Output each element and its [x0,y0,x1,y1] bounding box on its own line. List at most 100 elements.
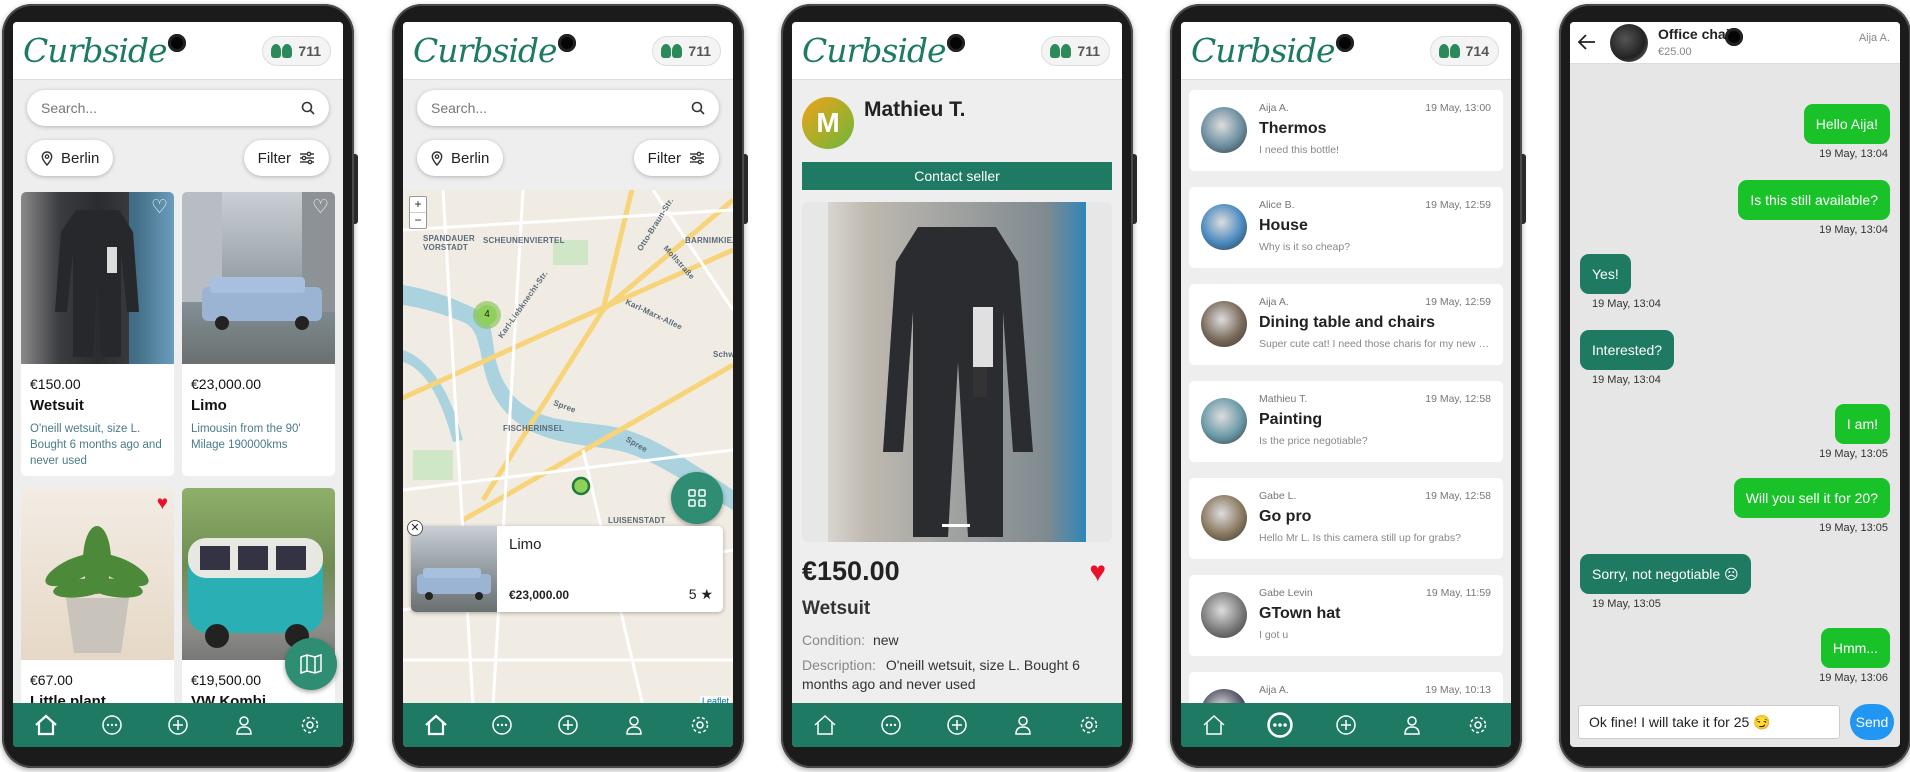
listing-card[interactable]: ♡ €23,000.00 Limo Limousin from the 90' … [182,192,335,476]
settings-gear-icon[interactable] [295,710,325,740]
chat-icon[interactable] [487,710,517,740]
chat-time: 19 May, 12:59 [1425,199,1491,211]
favorite-heart-icon[interactable]: ♥ [157,494,168,513]
chat-sender: Aija A. [1259,102,1289,114]
seller-name[interactable]: Mathieu T. [864,98,966,122]
add-icon[interactable] [163,710,193,740]
chat-icon[interactable] [876,710,906,740]
home-icon[interactable] [810,710,840,740]
app-logo[interactable]: Curbside⤴ [23,31,183,70]
grid-view-button[interactable] [671,472,723,524]
search-input[interactable]: Search... [417,90,719,126]
outgoing-message[interactable]: Will you sell it for 20? [1733,478,1890,518]
points-value: 711 [688,43,711,59]
outgoing-message[interactable]: I am! [1834,404,1890,444]
send-button[interactable]: Send [1850,704,1894,740]
app-logo[interactable]: Curbside⤴ [1191,31,1351,70]
filter-label: Filter [647,149,681,167]
back-arrow-icon[interactable] [1578,34,1596,50]
conversation-title: Office chair [1658,26,1736,42]
incoming-message[interactable]: Interested? [1580,330,1675,370]
search-icon[interactable] [691,101,705,115]
points-badge[interactable]: 711 [652,36,721,66]
cluster-count[interactable]: 4 [481,309,493,320]
conversation-partner[interactable]: Aija A. [1859,32,1890,44]
listing-title: Limo [191,397,227,414]
description-label: Description: [802,657,876,673]
seller-avatar[interactable]: M [802,97,854,149]
add-icon[interactable] [553,710,583,740]
home-icon[interactable] [31,710,61,740]
chat-list-item[interactable]: Alice B. 19 May, 12:59 House Why is it so c… [1189,187,1503,268]
chat-list-item[interactable]: Gabe L. 19 May, 12:58 Go pro Hello Mr L. Is… [1189,478,1503,559]
favorite-heart-icon[interactable]: ♡ [151,198,168,217]
add-icon[interactable] [1331,710,1361,740]
chat-avatar [1201,495,1247,541]
chat-time: 19 May, 12:59 [1425,296,1491,308]
product-gallery[interactable] [802,202,1112,542]
outgoing-message[interactable]: Is this still available? [1738,180,1890,220]
points-badge[interactable]: 711 [262,36,331,66]
outgoing-message[interactable]: Hmm... [1820,628,1890,668]
favorite-heart-icon[interactable]: ♥ [1089,558,1106,586]
chat-item-title: Painting [1259,411,1323,428]
map-view-button[interactable] [285,638,337,690]
outgoing-message[interactable]: Hello Aija! [1803,104,1890,144]
map-listing-card[interactable]: Limo €23,000.00 5 ★ [411,526,723,612]
condition-value: new [872,632,899,648]
points-value: 711 [1077,43,1100,59]
chat-list-item[interactable]: Mathieu T. 19 May, 12:58 Painting Is the pr… [1189,381,1503,462]
add-icon[interactable] [942,710,972,740]
chat-time: 19 May, 10:13 [1425,684,1491,696]
chat-list-item[interactable]: Gabe Levin 19 May, 11:59 GTown hat I got u [1189,575,1503,656]
app-logo[interactable]: Curbside⤴ [802,31,962,70]
filter-button[interactable]: Filter [243,140,329,176]
conversation-price: €25.00 [1658,46,1692,58]
bottom-nav [1181,703,1511,747]
app-logo[interactable]: Curbside⤴ [413,31,573,70]
profile-icon[interactable] [229,710,259,740]
listing-description: Limousin from the 90' Milage 190000kms [191,423,301,451]
contact-seller-button[interactable]: Contact seller [802,162,1112,190]
profile-icon[interactable] [619,710,649,740]
location-button[interactable]: Berlin [27,140,114,176]
zoom-out-button[interactable]: − [410,212,426,228]
trees-icon [661,44,683,58]
map-card-title: Limo [509,536,542,553]
front-camera [558,34,576,52]
gallery-indicator[interactable] [942,524,970,527]
settings-gear-icon[interactable] [685,710,715,740]
zoom-in-button[interactable]: + [410,197,426,212]
profile-icon[interactable] [1008,710,1038,740]
incoming-message[interactable]: Sorry, not negotiable ☹ [1580,554,1751,594]
chat-icon[interactable] [97,710,127,740]
chat-list-item[interactable]: Aija A. 19 May, 13:00 Thermos I need this b… [1189,90,1503,171]
front-camera [1336,34,1354,52]
map-label: SPANDAUER VORSTADT [423,234,475,252]
points-badge[interactable]: 711 [1041,36,1110,66]
profile-icon[interactable] [1397,710,1427,740]
filter-button[interactable]: Filter [633,140,719,176]
listing-price: €23,000.00 [191,376,262,392]
chat-avatar [1201,398,1247,444]
search-input[interactable]: Search... [27,90,329,126]
chat-list-item[interactable]: Aija A. 19 May, 12:59 Dining table and cha… [1189,284,1503,365]
zoom-control: + − [409,196,427,229]
listing-description: O'neill wetsuit, size L. Bought 6 months… [30,423,162,467]
map-view[interactable]: SPANDAUER VORSTADT SCHEUNENVIERTEL BARNI… [403,190,733,706]
settings-gear-icon[interactable] [1463,710,1493,740]
listing-card[interactable]: ♡ €150.00 Wetsuit O'neill wetsuit, size … [21,192,174,476]
home-icon[interactable] [421,710,451,740]
search-icon[interactable] [301,101,315,115]
favorite-heart-icon[interactable]: ♡ [312,198,329,217]
incoming-message[interactable]: Yes! [1580,254,1631,294]
message-input[interactable]: Ok fine! I will take it for 25 😏 [1578,705,1840,739]
points-badge[interactable]: 714 [1429,36,1499,66]
close-card-icon[interactable]: ✕ [407,520,423,536]
message-timestamp: 19 May, 13:05 [1819,448,1888,460]
home-icon[interactable] [1199,710,1229,740]
settings-gear-icon[interactable] [1074,710,1104,740]
chat-icon[interactable] [1265,710,1295,740]
location-button[interactable]: Berlin [417,140,504,176]
listing-price: €67.00 [30,672,73,688]
